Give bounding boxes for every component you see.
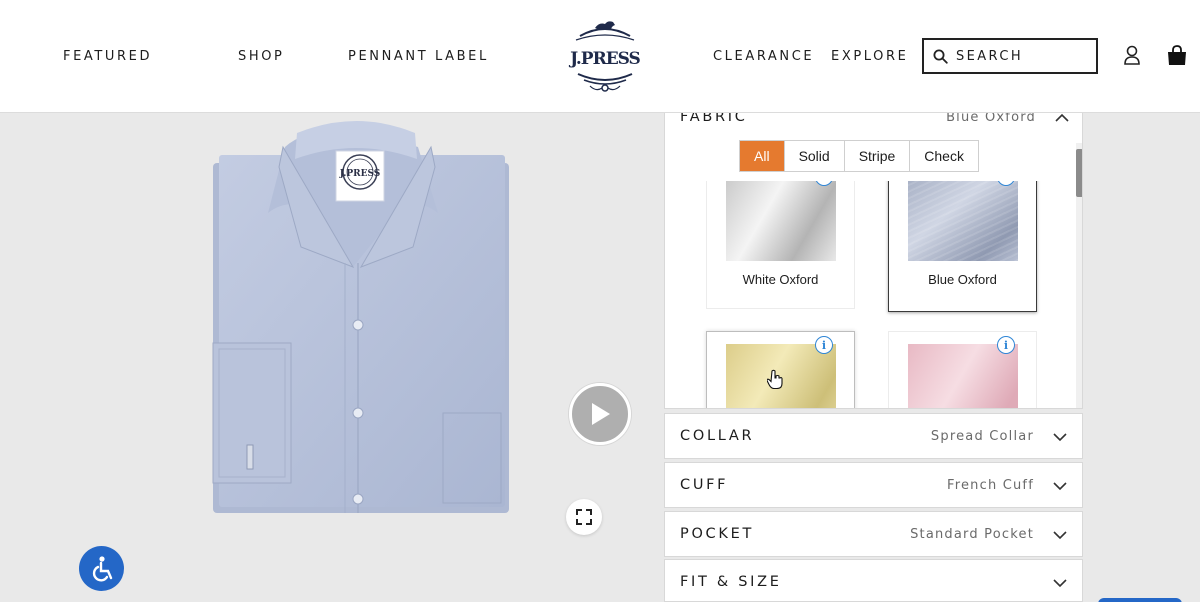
swatch-pink-oxford[interactable]: i: [888, 331, 1037, 408]
jpress-logo[interactable]: J.PRESS: [568, 18, 642, 96]
chat-widget-tab[interactable]: [1098, 598, 1182, 602]
cuff-section[interactable]: CUFF French Cuff: [664, 462, 1083, 508]
info-icon[interactable]: i: [815, 336, 833, 354]
expand-icon: [576, 509, 592, 525]
fabric-header[interactable]: FABRIC Blue Oxford: [665, 113, 1082, 139]
filter-solid[interactable]: Solid: [783, 141, 844, 171]
collar-value: Spread Collar: [930, 429, 1034, 444]
fullscreen-button[interactable]: [566, 499, 602, 535]
pocket-section[interactable]: POCKET Standard Pocket: [664, 511, 1083, 557]
fit-size-title: FIT & SIZE: [680, 574, 782, 590]
accessibility-button[interactable]: [79, 546, 124, 591]
collar-section[interactable]: COLLAR Spread Collar: [664, 413, 1083, 459]
site-header: FEATURED SHOP PENNANT LABEL J.PRESS CLEA…: [0, 0, 1200, 113]
chevron-down-icon: [1053, 482, 1067, 491]
search-icon: [933, 49, 948, 64]
collar-title: COLLAR: [680, 428, 755, 444]
nav-pennant-label[interactable]: PENNANT LABEL: [348, 49, 489, 64]
chevron-down-icon: [1053, 531, 1067, 540]
fit-size-section[interactable]: FIT & SIZE: [664, 559, 1083, 602]
shirt-image: J.PRESS: [205, 113, 525, 523]
search-label: SEARCH: [956, 48, 1023, 64]
info-icon[interactable]: i: [997, 336, 1015, 354]
cuff-title: CUFF: [680, 477, 729, 493]
nav-featured[interactable]: FEATURED: [63, 49, 152, 64]
fabric-title: FABRIC: [680, 113, 748, 125]
play-icon: [592, 403, 610, 425]
swatch-white-oxford[interactable]: i White Oxford: [706, 181, 855, 309]
swatch-label: White Oxford: [742, 272, 819, 287]
swatch-blue-oxford[interactable]: i Blue Oxford: [888, 181, 1037, 312]
chevron-down-icon: [1053, 433, 1067, 442]
swatch-label: Blue Oxford: [928, 272, 997, 287]
pocket-value: Standard Pocket: [910, 527, 1034, 542]
play-video-button[interactable]: [569, 383, 631, 445]
swatch-scrollbar[interactable]: [1076, 149, 1082, 197]
swatch-yellow-oxford[interactable]: i: [706, 331, 855, 408]
swatch-image: [908, 181, 1018, 261]
fabric-value: Blue Oxford: [946, 113, 1036, 125]
customizer-panel: FABRIC Blue Oxford All Solid Stripe Chec…: [664, 113, 1083, 602]
filter-all[interactable]: All: [740, 141, 784, 171]
accessibility-icon: [92, 555, 112, 581]
bag-icon[interactable]: [1166, 44, 1188, 68]
nav-shop[interactable]: SHOP: [238, 49, 285, 64]
shirt-label: J.PRESS: [339, 169, 381, 179]
swatch-image: [908, 344, 1018, 408]
filter-check[interactable]: Check: [909, 141, 978, 171]
fabric-swatch-grid: i White Oxford i Blue Oxford i i: [665, 181, 1076, 408]
hand-cursor-icon: [767, 369, 783, 389]
fabric-section: FABRIC Blue Oxford All Solid Stripe Chec…: [664, 113, 1083, 409]
logo-text: J.PRESS: [568, 49, 640, 69]
account-icon[interactable]: [1121, 44, 1143, 68]
fabric-filter-group: All Solid Stripe Check: [739, 140, 979, 172]
pocket-title: POCKET: [680, 526, 755, 542]
chevron-down-icon: [1053, 579, 1067, 588]
filter-stripe[interactable]: Stripe: [843, 141, 910, 171]
nav-clearance[interactable]: CLEARANCE: [713, 49, 814, 64]
product-preview: J.PRESS: [0, 113, 664, 602]
swatch-image: [726, 181, 836, 261]
chevron-up-icon: [1055, 113, 1069, 122]
search-input[interactable]: SEARCH: [922, 38, 1098, 74]
cuff-value: French Cuff: [946, 478, 1034, 493]
nav-explore[interactable]: EXPLORE: [831, 49, 908, 64]
